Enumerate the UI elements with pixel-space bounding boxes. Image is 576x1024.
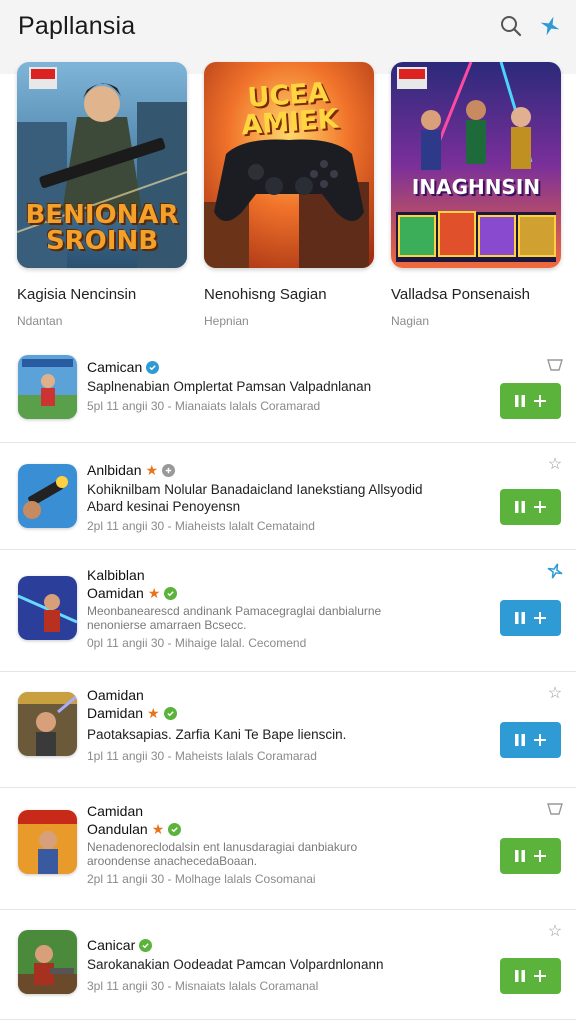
app-name: Oamidan: [87, 687, 144, 703]
plus-icon: [533, 970, 546, 982]
plus-icon: [533, 612, 546, 624]
favorites-button[interactable]: [536, 12, 564, 40]
star-icon: ★: [147, 705, 160, 721]
featured-name: Nenohisng Sagian: [204, 286, 327, 303]
sparkle-icon[interactable]: [546, 562, 564, 580]
pause-icon: [514, 395, 525, 407]
app-description-line2: aroondense anachecedaBoaan.: [87, 854, 258, 868]
app-name: Canicar: [87, 937, 136, 953]
install-button[interactable]: [500, 722, 561, 758]
app-icon-art: [18, 355, 77, 419]
app-subname: Damidan: [87, 705, 144, 721]
plus-icon: [533, 850, 546, 862]
star-icon: ★: [151, 821, 165, 837]
favorite-star-icon[interactable]: ☆: [546, 922, 564, 940]
app-icon-art: [18, 692, 77, 756]
app-name: Camidan: [87, 803, 144, 819]
verified-icon: [146, 360, 160, 374]
featured-art: BENIONAR SROINB: [17, 62, 187, 268]
app-description-line2: nenonierse amarraen Bcsecc.: [87, 618, 247, 632]
app-description: Nenadenoreclodalsin ent lanusdaragiai da…: [87, 840, 358, 854]
pause-icon: [514, 501, 525, 513]
list-item[interactable]: Anlbidan ★ Kohiknilbam Nolular Banadaicl…: [0, 443, 576, 550]
app-meta: 5pl 11 angii 30 - Mianaiats lalals Coram…: [87, 399, 321, 413]
app-description-line2: Abard kesinai Penoyensn: [87, 499, 241, 514]
app-description: Sarokanakian Oodeadat Pamcan Volpardnlon…: [87, 957, 384, 972]
featured-art: INAGHNSIN: [391, 62, 561, 268]
featured-card[interactable]: UCEA AMIEK Nenohisng Sagian Hepnian: [204, 62, 374, 328]
app-subname: Oandulan: [87, 821, 148, 837]
sparkle-icon: [540, 16, 560, 36]
featured-category: Ndantan: [17, 314, 63, 328]
featured-card[interactable]: BENIONAR SROINB Kagisia Nencinsin Ndanta…: [17, 62, 187, 328]
app-meta: 0pl 11 angii 30 - Mihaige lalal. Cecomen…: [87, 636, 307, 650]
list-item[interactable]: Canicar Sarokanakian Oodeadat Pamcan Vol…: [0, 910, 576, 1020]
favorite-star-icon[interactable]: ☆: [546, 684, 564, 702]
pause-icon: [514, 612, 525, 624]
verified-icon: [162, 463, 176, 477]
featured-card[interactable]: INAGHNSIN Valladsa Ponsenaish Nagian: [391, 62, 561, 328]
app-meta: 2pl 11 angii 30 - Molhage lalals Cosoman…: [87, 872, 316, 886]
install-button[interactable]: [500, 600, 561, 636]
favorite-star-icon[interactable]: ☆: [546, 455, 564, 473]
install-button[interactable]: [500, 958, 561, 994]
app-meta: 1pl 11 angii 30 - Maheists lalals Corama…: [87, 749, 317, 763]
pause-icon: [514, 970, 525, 982]
install-button[interactable]: [500, 489, 561, 525]
pause-icon: [514, 850, 525, 862]
star-icon: ★: [147, 585, 161, 601]
list-item[interactable]: Oamidan Damidan ★ Paotaksapias. Zarfia K…: [0, 672, 576, 788]
app-name: Camican: [87, 359, 143, 375]
app-icon-art: [18, 576, 77, 640]
tray-icon[interactable]: [546, 356, 564, 374]
featured-name: Kagisia Nencinsin: [17, 286, 137, 303]
plus-icon: [533, 501, 546, 513]
list-item[interactable]: Kalbiblan Oamidan ★ Meonbanearescd andin…: [0, 550, 576, 672]
install-button[interactable]: [500, 383, 561, 419]
featured-carousel: BENIONAR SROINB Kagisia Nencinsin Ndanta…: [0, 62, 576, 342]
app-name: Kalbiblan: [87, 567, 145, 583]
app-name: Anlbidan: [87, 462, 142, 478]
app-description: Saplnenabian Omplertat Pamsan Valpadnlan…: [87, 379, 372, 394]
game-artwork: [391, 62, 561, 268]
verified-icon: [163, 706, 177, 720]
search-icon: [501, 16, 522, 37]
list-item[interactable]: Camidan Oandulan ★ Nenadenoreclodalsin e…: [0, 788, 576, 910]
app-title: Papllansia: [18, 12, 136, 40]
featured-category: Nagian: [391, 314, 430, 328]
featured-art: UCEA AMIEK: [204, 62, 374, 268]
app-icon-art: [18, 810, 77, 874]
app-meta: 2pl 11 angii 30 - Miaheists lalalt Cemat…: [87, 519, 315, 533]
featured-art-title: UCEA AMIEK: [240, 77, 340, 142]
list-item[interactable]: Camican Saplnenabian Omplertat Pamsan Va…: [0, 342, 576, 443]
app-icon: [18, 692, 77, 756]
star-icon: ★: [145, 462, 159, 478]
app-icon: [18, 930, 77, 994]
plus-icon: [533, 395, 546, 407]
app-icon: [18, 355, 77, 419]
app-description: Kohiknilbam Nolular Banadaicland Ianekst…: [87, 482, 423, 497]
app-description: Paotaksapias. Zarfia Kani Te Bape liensc…: [87, 727, 347, 742]
verified-icon: [164, 586, 178, 600]
featured-art-title: BENIONAR SROINB: [25, 200, 179, 256]
tray-icon[interactable]: [546, 800, 564, 818]
plus-icon: [533, 734, 546, 746]
app-icon-art: [18, 930, 77, 994]
app-icon-art: [18, 464, 77, 528]
search-button[interactable]: [497, 12, 525, 40]
verified-icon: [168, 822, 182, 836]
app-description: Meonbanearescd andinank Pamacegraglai da…: [87, 604, 382, 618]
app-meta: 3pl 11 angii 30 - Misnaiats lalals Coram…: [87, 979, 319, 993]
app-icon: [18, 576, 77, 640]
pause-icon: [514, 734, 525, 746]
app-icon: [18, 810, 77, 874]
featured-art-title: INAGHNSIN: [411, 175, 541, 199]
app-icon: [18, 464, 77, 528]
install-button[interactable]: [500, 838, 561, 874]
app-subname: Oamidan: [87, 585, 144, 601]
verified-icon: [139, 938, 153, 952]
featured-name: Valladsa Ponsenaish: [391, 286, 530, 303]
featured-category: Hepnian: [204, 314, 249, 328]
